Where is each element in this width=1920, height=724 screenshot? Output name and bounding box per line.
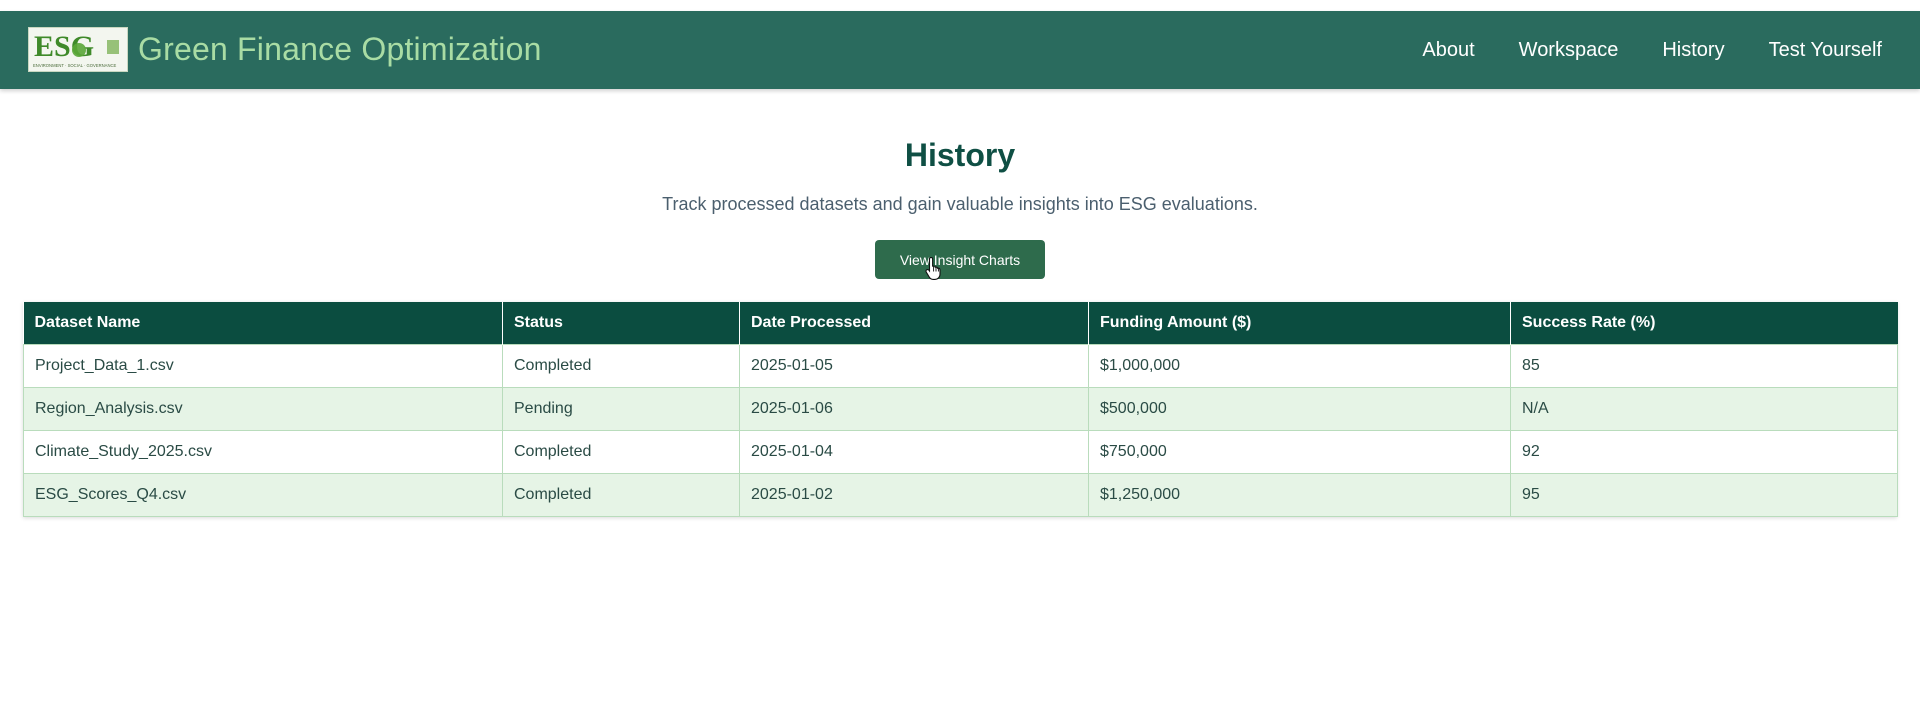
cell-dataset-name: Region_Analysis.csv <box>23 386 503 431</box>
col-header-dataset-name: Dataset Name <box>23 302 503 344</box>
brand-title: Green Finance Optimization <box>138 31 542 67</box>
cell-status: Completed <box>502 429 740 474</box>
table-row: Region_Analysis.csv Pending 2025-01-06 $… <box>23 386 1898 431</box>
esg-logo-graphic: ESG ENVIRONMENT · SOCIAL · GOVERNANCE <box>33 30 119 68</box>
main-nav: About Workspace History Test Yourself <box>1378 11 1882 89</box>
table-row: Project_Data_1.csv Completed 2025-01-05 … <box>23 343 1898 388</box>
col-header-success-rate: Success Rate (%) <box>1510 302 1898 344</box>
page-subtitle: Track processed datasets and gain valuab… <box>662 194 1258 214</box>
logo-subtext: ENVIRONMENT · SOCIAL · GOVERNANCE <box>33 63 117 68</box>
cell-funding-amount: $1,250,000 <box>1088 472 1511 517</box>
cell-success-rate: 95 <box>1510 472 1898 517</box>
table-row: Climate_Study_2025.csv Completed 2025-01… <box>23 429 1898 474</box>
cell-funding-amount: $750,000 <box>1088 429 1511 474</box>
nav-workspace-link[interactable]: Workspace <box>1519 39 1619 62</box>
view-insight-charts-button[interactable]: View Insight Charts <box>875 240 1045 279</box>
cell-status: Completed <box>502 343 740 388</box>
cell-success-rate: 85 <box>1510 343 1898 388</box>
cell-success-rate: 92 <box>1510 429 1898 474</box>
cell-funding-amount: $1,000,000 <box>1088 343 1511 388</box>
table-header-row: Dataset Name Status Date Processed Fundi… <box>23 302 1898 344</box>
cell-date-processed: 2025-01-06 <box>739 386 1089 431</box>
col-header-date-processed: Date Processed <box>739 302 1089 344</box>
col-header-funding-amount: Funding Amount ($) <box>1088 302 1511 344</box>
cell-dataset-name: Project_Data_1.csv <box>23 343 503 388</box>
cell-success-rate: N/A <box>1510 386 1898 431</box>
hand-pointer-icon <box>925 256 941 280</box>
history-table: Dataset Name Status Date Processed Fundi… <box>23 302 1898 517</box>
cell-date-processed: 2025-01-04 <box>739 429 1089 474</box>
nav-history-link[interactable]: History <box>1662 39 1724 62</box>
cell-funding-amount: $500,000 <box>1088 386 1511 431</box>
esg-logo: ESG ENVIRONMENT · SOCIAL · GOVERNANCE <box>28 27 128 72</box>
brand[interactable]: ESG ENVIRONMENT · SOCIAL · GOVERNANCE Gr… <box>28 27 542 72</box>
cell-date-processed: 2025-01-05 <box>739 343 1089 388</box>
history-table-container: Dataset Name Status Date Processed Fundi… <box>23 302 1898 517</box>
navbar: ESG ENVIRONMENT · SOCIAL · GOVERNANCE Gr… <box>0 11 1920 89</box>
cell-status: Pending <box>502 386 740 431</box>
col-header-status: Status <box>502 302 740 344</box>
cell-dataset-name: ESG_Scores_Q4.csv <box>23 472 503 517</box>
nav-test-yourself-link[interactable]: Test Yourself <box>1769 39 1882 62</box>
table-row: ESG_Scores_Q4.csv Completed 2025-01-02 $… <box>23 472 1898 517</box>
cell-date-processed: 2025-01-02 <box>739 472 1089 517</box>
cell-status: Completed <box>502 472 740 517</box>
top-band <box>0 0 1920 11</box>
cell-dataset-name: Climate_Study_2025.csv <box>23 429 503 474</box>
nav-about-link[interactable]: About <box>1422 39 1474 62</box>
page-title: History <box>904 137 1016 173</box>
